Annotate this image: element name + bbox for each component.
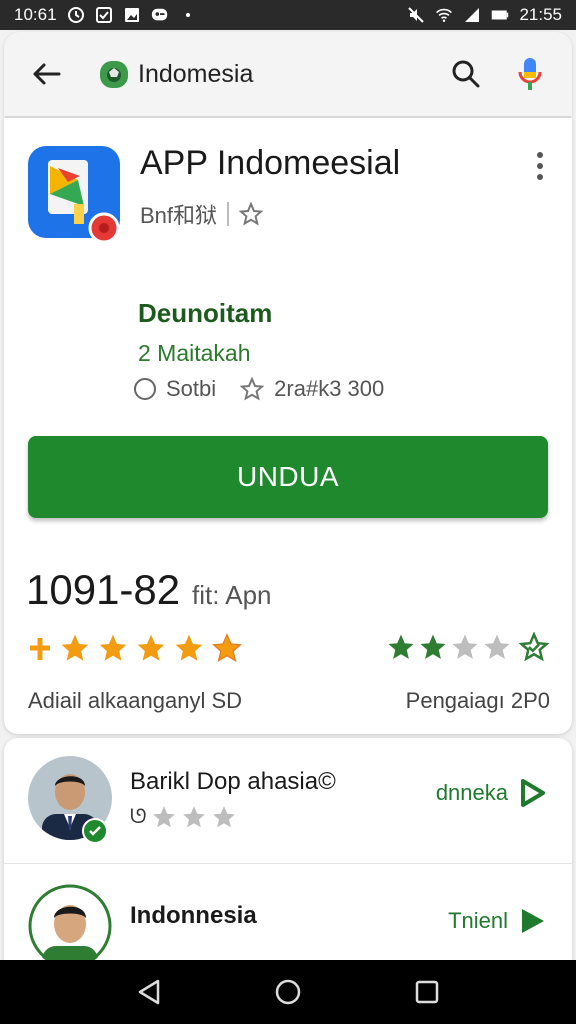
- nav-home-button[interactable]: [270, 974, 306, 1010]
- more-dot-icon: [537, 174, 543, 180]
- wishlist-star-icon[interactable]: [239, 202, 264, 226]
- avatar: [28, 884, 112, 968]
- star-empty-icon: [484, 634, 510, 659]
- wifi-icon: [435, 6, 453, 24]
- verified-badge-icon: [82, 818, 108, 844]
- status-time-left: 10:61: [14, 5, 57, 24]
- microphone-icon: [518, 58, 542, 90]
- app-bar-title: Indomesia: [138, 59, 254, 88]
- dot-icon: [179, 6, 197, 24]
- stats-right: Pengaiagı 2P0: [405, 688, 550, 713]
- back-arrow-icon: [33, 63, 61, 85]
- list-item-title: Indonnesia: [130, 902, 257, 929]
- back-button[interactable]: [24, 52, 68, 96]
- developer-row: Bnf和狱: [140, 198, 264, 230]
- nav-recents-button[interactable]: [409, 974, 445, 1010]
- star-empty-icon: [452, 634, 478, 659]
- list-item-action-label: dnneka: [435, 780, 508, 805]
- chat-icon: [151, 6, 169, 24]
- status-right: 21:55: [407, 5, 562, 25]
- app-details-card: APP Indomeesial Bnf和狱 Deunoitam 2 Maitak…: [4, 118, 572, 734]
- status-time-right: 21:55: [519, 5, 562, 24]
- related-list: Barikl Dop ahasia© ᘎ dnneka Indonnesia T…: [4, 738, 572, 968]
- signal-icon: [463, 6, 481, 24]
- install-button[interactable]: UNDUA: [28, 436, 548, 518]
- navigation-bar: [0, 960, 576, 1024]
- section-subtitle: 2 Maitakah: [138, 340, 251, 366]
- rating-stars: [26, 632, 244, 664]
- star-outline-icon: [240, 377, 265, 401]
- star-filled-icon: [212, 632, 242, 663]
- app-logo-icon: [100, 61, 128, 88]
- section-heading: Deunoitam: [138, 298, 273, 328]
- divider: [227, 202, 230, 226]
- message-icon: [95, 6, 113, 24]
- list-item-rating-prefix: ᘎ: [130, 805, 147, 828]
- mute-icon: [407, 6, 425, 24]
- app-bar: Indomesia: [4, 32, 572, 116]
- star-filled-icon: [137, 634, 165, 661]
- back-triangle-icon: [139, 979, 160, 1005]
- star-filled-icon: [388, 634, 414, 659]
- search-icon: [452, 60, 480, 88]
- star-empty-icon: [212, 806, 235, 828]
- plus-icon: [30, 638, 50, 660]
- image-icon: [123, 6, 141, 24]
- clock-icon: [67, 6, 85, 24]
- section-meta: Sotbi 2ra#k3 300: [134, 376, 384, 402]
- rating-stars-secondary: [386, 632, 550, 662]
- play-outline-icon: [521, 779, 545, 807]
- star-filled-icon: [175, 634, 203, 661]
- list-item[interactable]: Indonnesia Tnienl: [4, 866, 572, 968]
- meta-right: 2ra#k3 300: [274, 376, 385, 401]
- badge-star-icon: [518, 632, 550, 662]
- developer-name[interactable]: Bnf和狱: [140, 198, 217, 230]
- star-empty-icon: [152, 806, 175, 828]
- play-filled-icon: [522, 909, 544, 933]
- meta-left: Sotbi: [166, 376, 217, 401]
- star-filled-icon: [61, 634, 89, 661]
- list-item-action[interactable]: Tnienl: [448, 906, 546, 936]
- nav-back-button[interactable]: [131, 974, 167, 1010]
- rating-suffix: fit: Apn: [192, 580, 272, 610]
- app-title: APP Indomeesial: [140, 144, 401, 182]
- voice-search-button[interactable]: [508, 52, 552, 96]
- more-dot-icon: [537, 152, 543, 158]
- app-icon[interactable]: [28, 146, 124, 242]
- status-bar: 10:61 21:55: [0, 0, 576, 30]
- list-item-rating: ᘎ: [130, 804, 237, 830]
- star-empty-icon: [182, 806, 205, 828]
- recents-square-icon: [415, 980, 438, 1004]
- stats-left: Adiail alkaanganyl SD: [28, 688, 243, 713]
- list-item[interactable]: Barikl Dop ahasia© ᘎ dnneka: [4, 738, 572, 864]
- circle-icon: [134, 378, 156, 400]
- more-dot-icon: [537, 163, 543, 169]
- home-circle-icon: [275, 979, 301, 1005]
- star-filled-icon: [420, 634, 446, 659]
- rating-value: 1091-82: [26, 566, 181, 613]
- list-item-action[interactable]: dnneka: [436, 778, 546, 808]
- list-item-title: Barikl Dop ahasia©: [130, 768, 336, 795]
- more-options-button[interactable]: [528, 150, 552, 182]
- star-filled-icon: [99, 634, 127, 661]
- list-item-action-label: Tnienl: [448, 908, 508, 933]
- search-button[interactable]: [444, 52, 488, 96]
- status-left: 10:61: [14, 5, 197, 25]
- battery-icon: [491, 6, 509, 24]
